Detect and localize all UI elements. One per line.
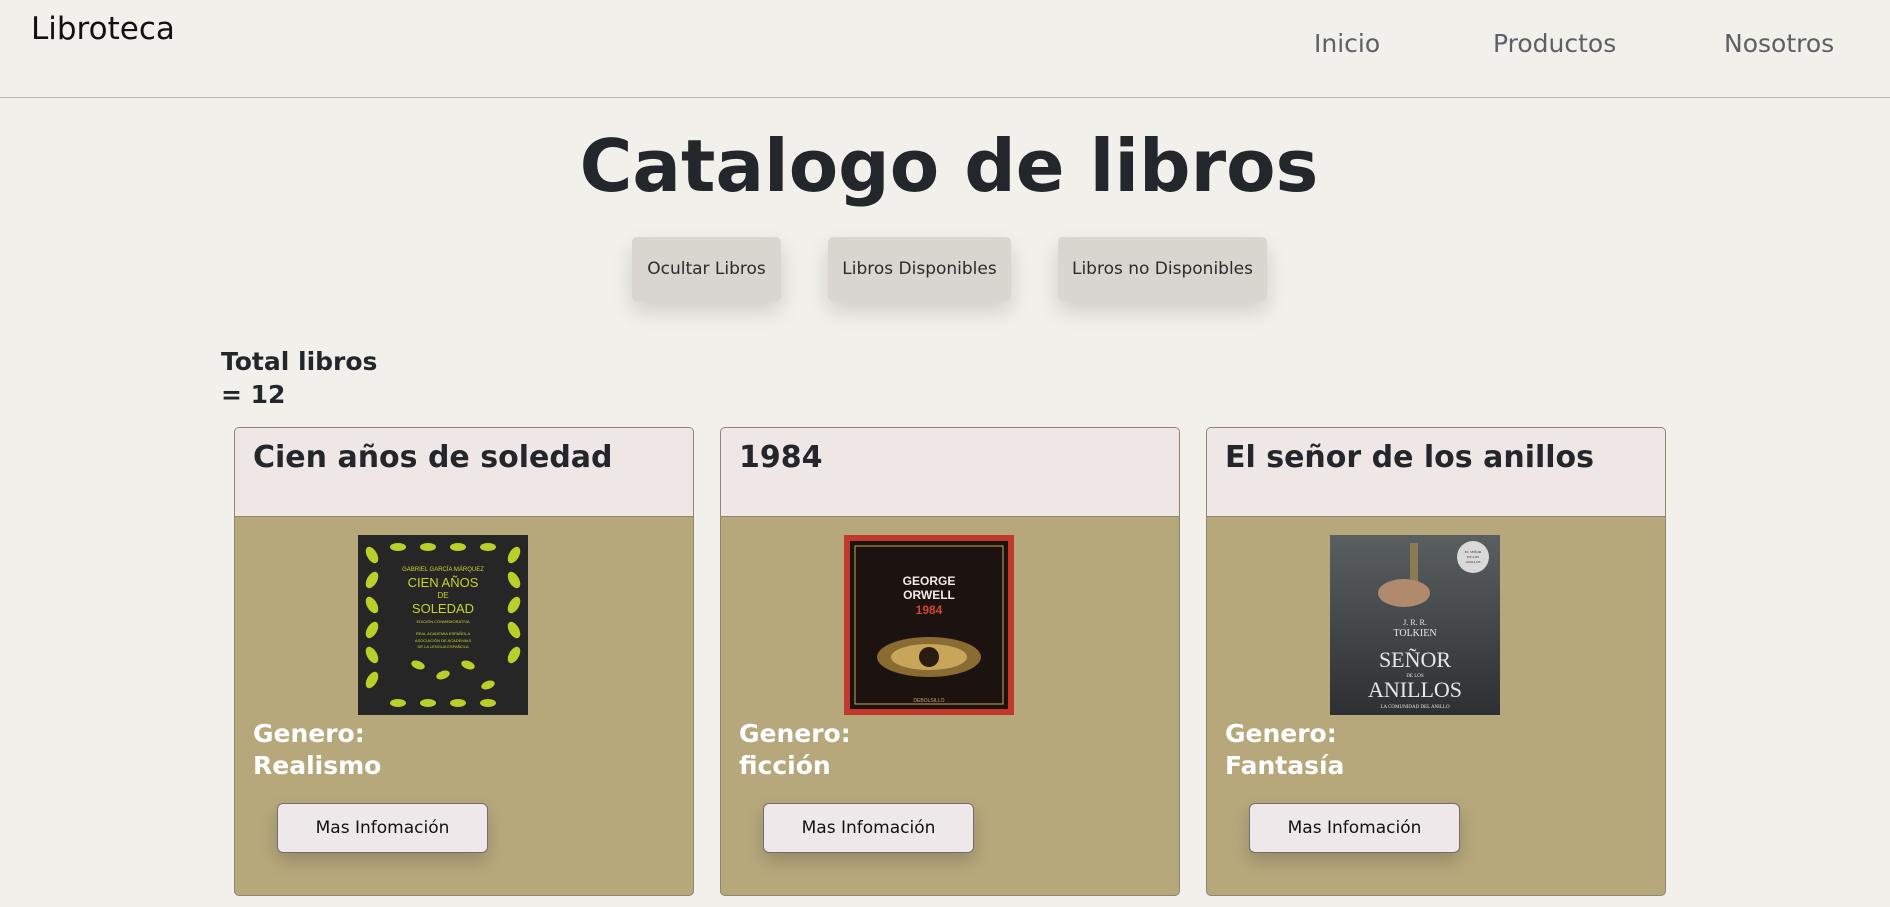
total-books-label: Total libros (221, 347, 378, 376)
total-books-value: = 12 (221, 380, 286, 409)
genre-label: Genero: (1225, 719, 1337, 748)
cover-sub1: EDICIÓN CONMEMORATIVA (417, 619, 470, 624)
genre-value: Fantasía (1225, 751, 1345, 780)
nav-link-inicio[interactable]: Inicio (1314, 29, 1380, 58)
more-info-button[interactable]: Mas Infomación (763, 803, 974, 853)
brand-logo[interactable]: Libroteca (31, 11, 175, 47)
cover-sub2: REAL ACADEMIA ESPAÑOLA (416, 631, 471, 636)
hide-books-button[interactable]: Ocultar Libros (632, 237, 781, 301)
unavailable-books-button[interactable]: Libros no Disponibles (1058, 237, 1267, 301)
cover-author-last: TOLKIEN (1393, 628, 1436, 639)
book-title: Cien años de soledad (253, 440, 613, 475)
nav-link-nosotros[interactable]: Nosotros (1724, 29, 1834, 58)
cover-sub4: DE LA LENGUA ESPAÑOLA (417, 644, 468, 649)
genre-value: Realismo (253, 751, 382, 780)
book-card: 1984 GEORGE ORWELL 1984 DEBOLSILLO Gener… (720, 427, 1180, 896)
cover-title-line1: CIEN AÑOS (408, 575, 479, 590)
cover-title-line1: SEÑOR (1379, 647, 1451, 672)
cover-author-first: GEORGE (903, 574, 956, 588)
book-card: Cien años de soledad GABRIEL GARCÍA MÁRQ… (234, 427, 694, 896)
card-header: 1984 (721, 428, 1179, 517)
cover-title: 1984 (916, 603, 943, 617)
total-books: Total libros = 12 (221, 345, 377, 411)
more-info-button[interactable]: Mas Infomación (277, 803, 488, 853)
book-genre: Genero: Fantasía (1225, 718, 1344, 782)
genre-label: Genero: (739, 719, 851, 748)
cover-title-line2: DE (437, 591, 448, 600)
book-genre: Genero: Realismo (253, 718, 381, 782)
cover-title-line3: ANILLOS (1368, 677, 1462, 702)
book-cover-image: EL SEÑOR DE LOS ANILLOS J. R. R. TOLKIEN… (1330, 535, 1500, 715)
navbar: Libroteca Inicio Productos Nosotros (0, 0, 1890, 98)
cover-author-last: ORWELL (903, 588, 955, 602)
available-books-button[interactable]: Libros Disponibles (828, 237, 1011, 301)
book-cover-image: GEORGE ORWELL 1984 DEBOLSILLO (844, 535, 1014, 715)
card-header: Cien años de soledad (235, 428, 693, 517)
book-title: 1984 (739, 440, 823, 475)
genre-label: Genero: (253, 719, 365, 748)
cover-author: J. R. R. (1403, 618, 1427, 627)
genre-value: ficción (739, 751, 831, 780)
book-genre: Genero: ficción (739, 718, 851, 782)
cover-author: GABRIEL GARCÍA MÁRQUEZ (402, 566, 484, 573)
nav-link-productos[interactable]: Productos (1493, 29, 1616, 58)
book-title: El señor de los anillos (1225, 440, 1595, 475)
book-card: El señor de los anillos EL SEÑOR DE LOS … (1206, 427, 1666, 896)
cover-title-line3: SOLEDAD (412, 601, 474, 616)
book-cover-image: GABRIEL GARCÍA MÁRQUEZ CIEN AÑOS DE SOLE… (358, 535, 528, 715)
cover-badge-2: DE LOS (1467, 555, 1479, 559)
cover-sub3: ASOCIACIÓN DE ACADEMIAS (415, 638, 472, 643)
more-info-button[interactable]: Mas Infomación (1249, 803, 1460, 853)
card-header: El señor de los anillos (1207, 428, 1665, 517)
cover-subtitle: LA COMUNIDAD DEL ANILLO (1380, 705, 1450, 710)
page-title: Catalogo de libros (579, 124, 1319, 208)
cover-badge-3: ANILLOS (1466, 560, 1481, 564)
cover-badge-1: EL SEÑOR (1465, 549, 1482, 554)
cover-publisher: DEBOLSILLO (913, 698, 944, 704)
